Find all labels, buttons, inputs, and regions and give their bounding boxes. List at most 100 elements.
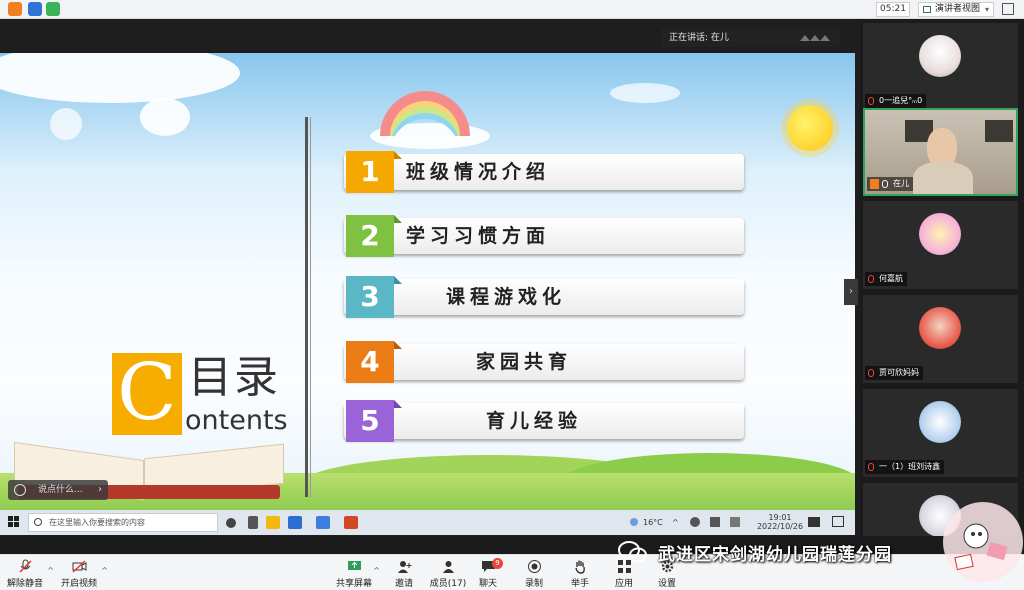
grid-icon <box>923 6 931 13</box>
meet-now-icon[interactable] <box>808 517 820 527</box>
meeting-window: 05:21 演讲者视图 ▾ 正在讲话: 在儿 C 目录 ontents 1 班级… <box>0 0 1024 590</box>
browser-icon[interactable] <box>316 516 330 529</box>
zoom-app-icon[interactable] <box>288 516 302 529</box>
agenda-label: 育儿经验 <box>486 410 583 432</box>
sun-decoration <box>787 105 833 151</box>
chat-button[interactable]: 9 聊天 <box>468 558 508 590</box>
members-button[interactable]: 成员(17) <box>426 558 470 590</box>
agenda-item: 2 学习习惯方面 <box>336 215 746 257</box>
agenda-label: 家园共育 <box>476 351 573 373</box>
top-status-bar: 05:21 演讲者视图 ▾ <box>0 0 1024 19</box>
file-explorer-icon[interactable] <box>266 516 280 529</box>
participant-tile[interactable]: 何嘉航 <box>863 201 1018 289</box>
view-switch-label: 演讲者视图 <box>935 4 981 14</box>
cortana-icon[interactable] <box>226 518 236 528</box>
view-switch-button[interactable]: 演讲者视图 ▾ <box>918 2 994 17</box>
mic-icon <box>882 180 888 188</box>
chat-placeholder: 说点什么... <box>38 485 83 495</box>
taskbar-clock[interactable]: 19:01 2022/10/26 <box>755 513 805 531</box>
mic-muted-icon <box>868 275 874 283</box>
agenda-number: 3 <box>346 276 402 318</box>
participant-name: 0一追兒°ₘ0 <box>879 96 923 105</box>
rainbow-decoration <box>380 91 470 136</box>
share-screen-label: 共享屏幕 <box>335 579 372 589</box>
tray-chevron-icon[interactable]: ^ <box>672 518 679 527</box>
speaker-wave-icon <box>800 35 830 41</box>
powerpoint-icon[interactable] <box>344 516 358 529</box>
agenda-label: 学习习惯方面 <box>406 225 551 247</box>
fullscreen-icon[interactable] <box>1002 3 1014 15</box>
person-body <box>913 162 973 194</box>
agenda-number: 4 <box>346 341 402 383</box>
participant-name-tag: 贾可欣妈妈 <box>865 366 923 380</box>
chevron-down-icon: ▾ <box>984 5 989 14</box>
start-video-button[interactable]: 开启视频 ^ <box>56 558 108 590</box>
task-view-icon[interactable] <box>248 516 258 529</box>
agenda-item: 5 育儿经验 <box>336 400 746 442</box>
chevron-up-icon[interactable]: ^ <box>47 566 54 575</box>
avatar <box>919 213 961 255</box>
record-button[interactable]: 录制 <box>514 558 554 590</box>
network-icon[interactable] <box>690 517 700 527</box>
mic-muted-icon <box>18 559 32 573</box>
shield-icon[interactable] <box>28 2 42 16</box>
record-icon <box>527 560 541 573</box>
record-label: 录制 <box>524 579 543 589</box>
volume-icon[interactable] <box>710 517 720 527</box>
chat-label: 聊天 <box>478 579 497 589</box>
participant-name: 在儿 <box>893 179 909 188</box>
participant-tile-active[interactable]: 在儿 <box>863 108 1018 196</box>
presentation-slide: C 目录 ontents 1 班级情况介绍 2 学习习惯方面 3 课程游戏化 4 <box>0 53 855 529</box>
mic-muted-icon <box>868 97 874 105</box>
invite-label: 邀请 <box>394 579 413 589</box>
emoji-icon[interactable] <box>14 484 26 496</box>
participant-tile[interactable]: 一（1）班刘诗鑫 <box>863 389 1018 477</box>
raise-hand-label: 举手 <box>570 579 589 589</box>
open-book-decoration <box>14 433 284 513</box>
expand-icon[interactable]: › <box>98 480 102 500</box>
raise-hand-button[interactable]: 举手 <box>560 558 600 590</box>
unmute-label: 解除静音 <box>6 579 43 589</box>
mic-muted-icon <box>868 369 874 377</box>
avatar <box>919 401 961 443</box>
watermark-text: 武进区宋剑湖幼儿园瑞莲分园 <box>658 545 892 565</box>
chevron-up-icon[interactable]: ^ <box>373 566 380 575</box>
signal-icon[interactable] <box>46 2 60 16</box>
agenda-label: 课程游戏化 <box>446 286 567 308</box>
chevron-up-icon[interactable]: ^ <box>101 566 108 575</box>
wechat-logo-icon <box>618 541 647 563</box>
chat-input-pill[interactable]: 说点什么... › <box>8 480 108 500</box>
participant-tile[interactable]: 贾可欣妈妈 <box>863 295 1018 383</box>
avatar <box>919 307 961 349</box>
participant-gallery: 0一追兒°ₘ0 在儿 何嘉航 贾可欣妈妈 一（1）班刘诗鑫 <box>860 19 1024 536</box>
participant-name-tag: 一（1）班刘诗鑫 <box>865 460 945 474</box>
notification-icon[interactable] <box>832 516 844 527</box>
host-icon <box>870 179 879 189</box>
cartoon-sticker-icon <box>943 502 1023 582</box>
cloud-decoration <box>610 83 680 103</box>
agenda-label: 班级情况介绍 <box>406 161 551 183</box>
speaking-label: 正在讲话: 在儿 <box>669 33 729 43</box>
avatar <box>919 35 961 77</box>
battery-icon[interactable] <box>730 517 740 527</box>
mic-muted-icon <box>868 463 874 471</box>
chat-unread-badge: 9 <box>492 558 503 569</box>
collapse-gallery-button[interactable]: › <box>844 279 858 305</box>
taskbar-search-box[interactable]: 在这里输入你要搜索的内容 <box>28 513 218 532</box>
agenda-number: 2 <box>346 215 402 257</box>
invite-button[interactable]: 邀请 <box>384 558 424 590</box>
participant-name-tag: 在儿 <box>867 177 913 191</box>
camera-off-icon <box>71 560 86 573</box>
participant-name-tag: 何嘉航 <box>865 272 907 286</box>
windows-start-icon[interactable] <box>8 516 20 528</box>
share-screen-icon <box>347 561 361 570</box>
unmute-button[interactable]: 解除静音 ^ <box>2 558 54 590</box>
contents-c-letter: C <box>112 353 182 435</box>
slide-heading: 目录 <box>188 352 280 403</box>
speaking-indicator: 正在讲话: 在儿 <box>661 29 840 47</box>
share-screen-button[interactable]: 共享屏幕 ^ <box>334 558 380 590</box>
participant-tile[interactable]: 0一追兒°ₘ0 <box>863 23 1018 111</box>
add-user-icon <box>397 561 411 573</box>
agenda-number: 5 <box>346 400 402 442</box>
weather-icon[interactable] <box>630 518 638 526</box>
